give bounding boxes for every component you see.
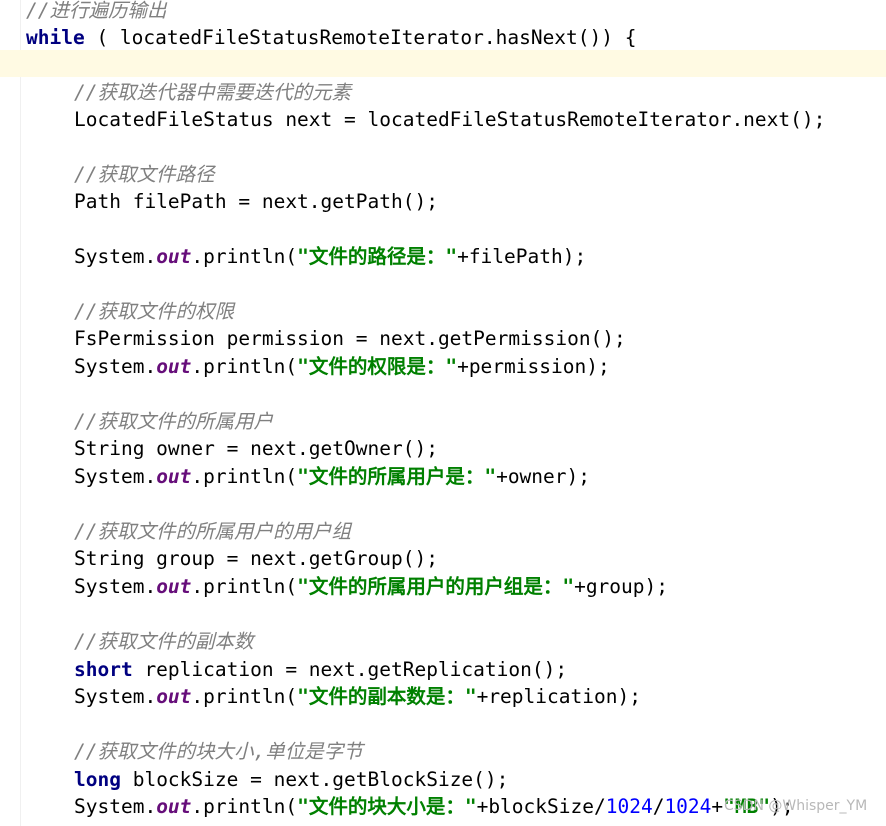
- static-field: out: [156, 245, 192, 268]
- string-literal: "文件的路径是：": [297, 245, 458, 268]
- code-text: +permission);: [457, 355, 610, 378]
- string-literal: "文件的块大小是：": [297, 795, 477, 818]
- code-text: System.: [74, 795, 157, 818]
- keyword: short: [74, 658, 133, 681]
- comment: //获取文件的权限: [74, 300, 234, 323]
- code-line-18: short replication = next.getReplication(…: [74, 656, 567, 683]
- code-line-22: System.out.println("文件的块大小是："+blockSize/…: [74, 793, 794, 820]
- code-text: blockSize = next.getBlockSize();: [120, 768, 509, 791]
- code-editor[interactable]: //进行遍历输出 while ( locatedFileStatusRemote…: [0, 0, 886, 826]
- string-literal: "文件的所属用户的用户组是：": [297, 575, 575, 598]
- code-line-14: //获取文件的所属用户的用户组: [74, 518, 351, 545]
- code-text: System.: [74, 245, 157, 268]
- comment: //获取文件的块大小,单位是字节: [74, 740, 363, 763]
- code-line-7: System.out.println("文件的路径是："+filePath);: [74, 243, 586, 270]
- code-line-21: long blockSize = next.getBlockSize();: [74, 766, 508, 793]
- code-text: System.: [74, 685, 157, 708]
- code-line-13: System.out.println("文件的所属用户是："+owner);: [74, 463, 590, 490]
- comment: //获取文件的所属用户的用户组: [74, 520, 351, 543]
- code-text: replication = next.getReplication();: [132, 658, 568, 681]
- code-line-8: //获取文件的权限: [74, 298, 234, 325]
- code-line-12: String owner = next.getOwner();: [74, 435, 438, 462]
- code-text: FsPermission permission = next.getPermis…: [74, 327, 626, 350]
- keyword: while: [26, 26, 85, 49]
- code-line-17: //获取文件的副本数: [74, 628, 253, 655]
- code-text: Path filePath = next.getPath();: [74, 190, 438, 213]
- code-line-3: //获取迭代器中需要迭代的元素: [74, 79, 351, 106]
- comment: //获取文件的副本数: [74, 630, 254, 653]
- static-field: out: [156, 355, 192, 378]
- comment: //获取迭代器中需要迭代的元素: [74, 81, 351, 104]
- code-line-10: System.out.println("文件的权限是："+permission)…: [74, 353, 610, 380]
- code-text: .println(: [191, 795, 298, 818]
- static-field: out: [156, 575, 192, 598]
- code-text: +owner);: [496, 465, 590, 488]
- code-text: /: [652, 795, 665, 818]
- code-line-11: //获取文件的所属用户: [74, 408, 273, 435]
- code-line-1: //进行遍历输出: [26, 0, 166, 24]
- number-literal: 1024: [664, 795, 712, 818]
- code-text: +filePath);: [457, 245, 587, 268]
- code-text: System.: [74, 575, 157, 598]
- string-literal: "文件的权限是：": [297, 355, 458, 378]
- code-line-16: System.out.println("文件的所属用户的用户组是："+group…: [74, 573, 668, 600]
- static-field: out: [156, 795, 192, 818]
- code-line-20: //获取文件的块大小,单位是字节: [74, 738, 363, 765]
- code-line-15: String group = next.getGroup();: [74, 545, 438, 572]
- code-text: .println(: [191, 355, 298, 378]
- code-text: String owner = next.getOwner();: [74, 437, 438, 460]
- code-text: .println(: [191, 465, 298, 488]
- screenshot-root: //进行遍历输出 while ( locatedFileStatusRemote…: [0, 0, 886, 826]
- code-line-2: while ( locatedFileStatusRemoteIterator.…: [26, 24, 636, 51]
- number-literal: 1024: [605, 795, 653, 818]
- code-text: System.: [74, 465, 157, 488]
- string-literal: "文件的副本数是：": [297, 685, 477, 708]
- keyword: long: [74, 768, 121, 791]
- code-text: System.: [74, 355, 157, 378]
- code-text: +group);: [574, 575, 668, 598]
- code-text: ( locatedFileStatusRemoteIterator.hasNex…: [84, 26, 637, 49]
- string-literal: "文件的所属用户是：": [297, 465, 497, 488]
- code-line-4: LocatedFileStatus next = locatedFileStat…: [74, 106, 825, 133]
- comment: //获取文件路径: [74, 163, 215, 186]
- current-line-highlight: [0, 50, 886, 77]
- code-text: +: [711, 795, 724, 818]
- comment: //获取文件的所属用户: [74, 410, 273, 433]
- comment: //进行遍历输出: [26, 0, 167, 22]
- gutter-divider: [20, 0, 21, 826]
- code-line-6: Path filePath = next.getPath();: [74, 188, 438, 215]
- watermark: CSDN @Whisper_YM: [724, 798, 868, 814]
- code-text: .println(: [191, 245, 298, 268]
- code-text: LocatedFileStatus next = locatedFileStat…: [74, 108, 826, 131]
- code-text: .println(: [191, 575, 298, 598]
- code-line-5: //获取文件路径: [74, 161, 214, 188]
- code-line-19: System.out.println("文件的副本数是："+replicatio…: [74, 683, 641, 710]
- code-line-9: FsPermission permission = next.getPermis…: [74, 325, 626, 352]
- code-text: String group = next.getGroup();: [74, 547, 438, 570]
- code-text: +blockSize/: [476, 795, 606, 818]
- static-field: out: [156, 465, 192, 488]
- code-text: .println(: [191, 685, 298, 708]
- static-field: out: [156, 685, 192, 708]
- code-text: +replication);: [476, 685, 641, 708]
